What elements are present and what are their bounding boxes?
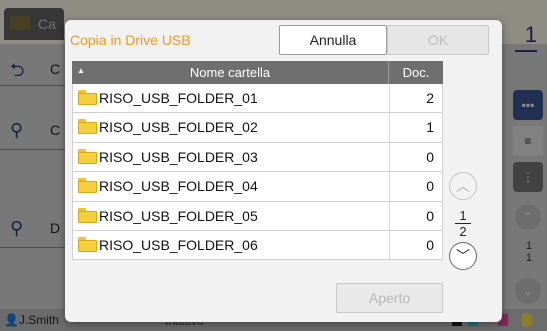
folder-doc-count: 0 <box>426 236 434 253</box>
folder-name: RISO_USB_FOLDER_03 <box>99 148 258 165</box>
folder-doc-count: 0 <box>426 178 434 195</box>
table-row[interactable]: RISO_USB_FOLDER_01 2 <box>72 84 443 114</box>
table-row[interactable]: RISO_USB_FOLDER_05 0 <box>72 201 443 231</box>
table-row[interactable]: RISO_USB_FOLDER_06 0 <box>72 230 443 261</box>
table-row[interactable]: RISO_USB_FOLDER_03 0 <box>72 142 443 173</box>
row-divider <box>389 113 390 142</box>
folder-doc-count: 2 <box>426 90 434 106</box>
folder-doc-count: 0 <box>426 207 434 224</box>
folder-name: RISO_USB_FOLDER_06 <box>99 236 258 253</box>
scroll-up-button[interactable]: ︿ <box>449 172 477 200</box>
copy-usb-dialog: Copia in Drive USB Annulla OK ▲ Nome car… <box>65 20 502 322</box>
ok-button[interactable]: OK <box>387 25 489 55</box>
folder-name: RISO_USB_FOLDER_05 <box>99 207 258 224</box>
chevron-up-icon: ︿ <box>456 178 470 194</box>
row-divider <box>389 142 390 172</box>
folder-name: RISO_USB_FOLDER_01 <box>99 90 258 106</box>
folder-icon <box>78 207 97 223</box>
folder-icon <box>78 236 97 252</box>
open-button[interactable]: Aperto <box>336 283 443 313</box>
page-current: 1 <box>459 208 467 223</box>
dialog-title: Copia in Drive USB <box>70 32 191 48</box>
row-divider <box>389 230 390 260</box>
page-total: 2 <box>459 224 467 239</box>
scroll-down-button[interactable]: ﹀ <box>449 242 477 270</box>
folder-name: RISO_USB_FOLDER_02 <box>99 119 258 136</box>
column-header-count[interactable]: Doc. <box>389 65 443 80</box>
row-divider <box>389 84 390 113</box>
row-divider <box>389 172 390 201</box>
folder-name: RISO_USB_FOLDER_04 <box>99 178 258 195</box>
folder-table: ▲ Nome cartella Doc. RISO_USB_FOLDER_01 … <box>72 61 443 261</box>
folder-doc-count: 1 <box>426 119 434 136</box>
folder-icon <box>78 119 97 135</box>
table-row[interactable]: RISO_USB_FOLDER_04 0 <box>72 172 443 202</box>
column-header-name[interactable]: Nome cartella <box>72 65 388 80</box>
row-divider <box>389 201 390 230</box>
page-indicator: 1 2 <box>449 208 477 239</box>
folder-icon <box>78 148 97 164</box>
table-row[interactable]: RISO_USB_FOLDER_02 1 <box>72 113 443 143</box>
cancel-button[interactable]: Annulla <box>279 25 387 55</box>
chevron-down-icon: ﹀ <box>456 248 470 264</box>
table-header: ▲ Nome cartella Doc. <box>72 61 443 84</box>
folder-icon <box>78 90 97 105</box>
folder-doc-count: 0 <box>426 148 434 165</box>
folder-icon <box>78 178 97 194</box>
